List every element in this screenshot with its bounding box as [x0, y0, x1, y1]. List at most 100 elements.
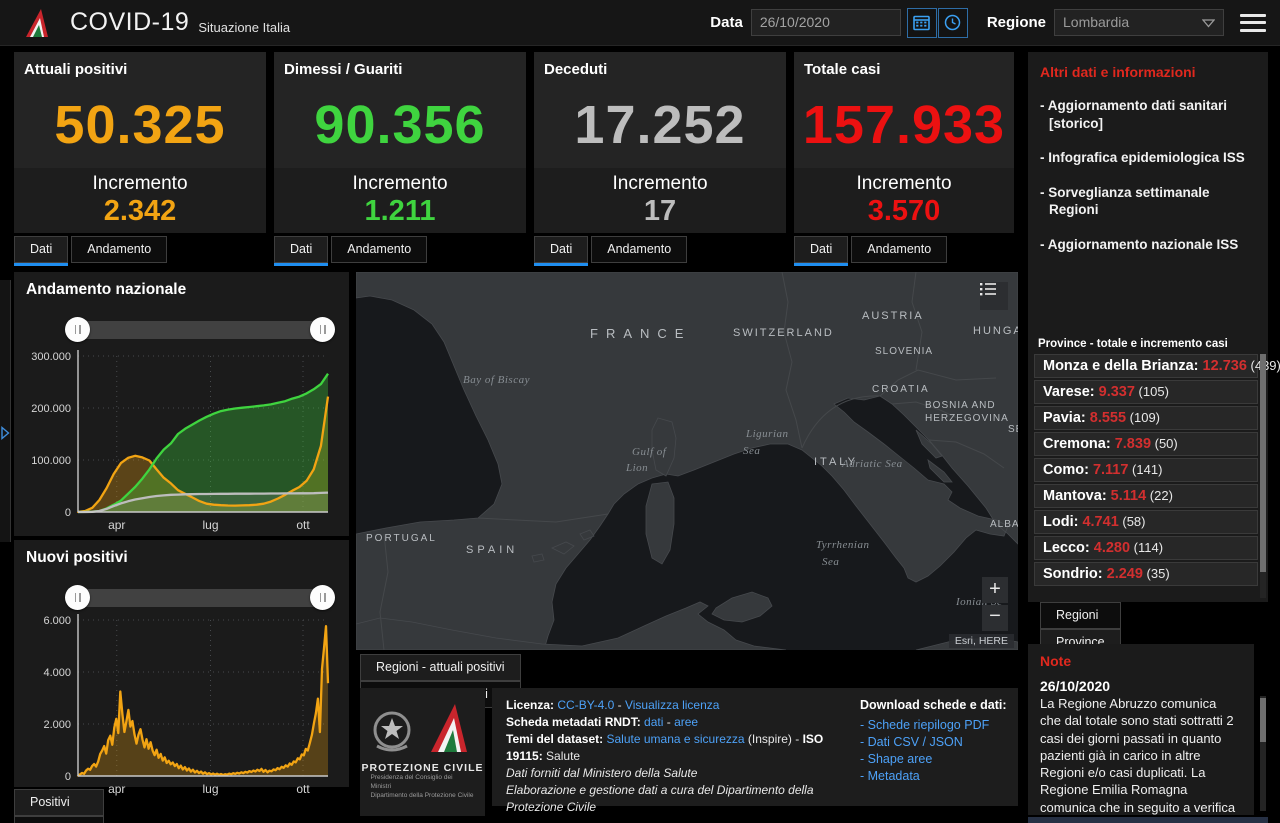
svg-text:lug: lug	[202, 518, 218, 532]
map-label-albania: ALBANIA	[990, 519, 1018, 530]
italy-map[interactable]: FRANCESWITZERLANDAUSTRIAHUNGARYSLOVENIAC…	[356, 272, 1018, 650]
note-panel: Note 26/10/2020 La Regione Abruzzo comun…	[1028, 644, 1254, 815]
dashboard: COVID-19 Situazione Italia Data 26/10/20…	[0, 0, 1280, 823]
card4-tab-dati[interactable]: Dati	[794, 236, 848, 263]
card-increment-value: 17	[534, 195, 786, 228]
card-value: 17.252	[534, 84, 786, 166]
stat-card: Deceduti 17.252 Incremento 17	[534, 52, 786, 233]
card3-tab-dati[interactable]: Dati	[534, 236, 588, 263]
province-row[interactable]: Monza e della Brianza: 12.736 (439)	[1034, 354, 1258, 378]
download-link[interactable]: - Dati CSV / JSON	[860, 734, 1010, 751]
map-attribution: Esri, HERE	[949, 634, 1014, 648]
province-row[interactable]: Pavia: 8.555 (109)	[1034, 406, 1258, 430]
card-tabs: DatiAndamento	[274, 236, 526, 263]
map-label-ser: SER	[1008, 424, 1018, 435]
license-line: Licenza: CC-BY-4.0 - Visualizza licenza	[506, 697, 846, 714]
altri-dati-link[interactable]: - Infografica epidemiologica ISS	[1040, 149, 1256, 167]
province-row[interactable]: Lodi: 4.741 (58)	[1034, 510, 1258, 534]
map-label-herzegovina: HERZEGOVINA	[925, 413, 1009, 424]
andamento-nazionale-chart[interactable]: 0100.000200.000300.000aprlugott	[14, 344, 349, 536]
card3-tab-andamento[interactable]: Andamento	[591, 236, 687, 263]
svg-text:6.000: 6.000	[43, 615, 71, 627]
download-link[interactable]: - Shape aree	[860, 751, 1010, 768]
license-link[interactable]: CC-BY-4.0	[557, 698, 614, 712]
card1-tab-andamento[interactable]: Andamento	[71, 236, 167, 263]
province-row[interactable]: Varese: 9.337 (105)	[1034, 380, 1258, 404]
license-link[interactable]: Visualizza licenza	[625, 698, 720, 712]
card-increment-section: Incremento 17	[534, 168, 786, 233]
license-link[interactable]: aree	[674, 715, 698, 729]
header: COVID-19 Situazione Italia Data 26/10/20…	[0, 0, 1280, 46]
card-title: Deceduti	[534, 52, 786, 78]
note-scrollbar[interactable]	[1260, 696, 1266, 811]
card-increment-label: Incremento	[274, 168, 526, 195]
stat-card: Dimessi / Guariti 90.356 Incremento 1.21…	[274, 52, 526, 233]
card2-tab-andamento[interactable]: Andamento	[331, 236, 427, 263]
altri-dati-link[interactable]: - Aggiornamento dati sanitari [storico]	[1040, 97, 1256, 132]
card4-tab-andamento[interactable]: Andamento	[851, 236, 947, 263]
province-tab-regioni[interactable]: Regioni	[1040, 602, 1121, 629]
card-increment-label: Incremento	[14, 168, 266, 195]
nuovi-positivi-chart[interactable]: 02.0004.0006.000aprlugott	[14, 608, 349, 800]
time-slider[interactable]	[74, 589, 326, 607]
time-button[interactable]	[938, 8, 968, 38]
license-link[interactable]: dati	[644, 715, 663, 729]
map-label-france: FRANCE	[590, 326, 691, 341]
svg-text:100.000: 100.000	[31, 455, 71, 467]
svg-text:300.000: 300.000	[31, 351, 71, 363]
slider-handle-left[interactable]	[65, 585, 90, 610]
card-tabs: DatiAndamento	[534, 236, 786, 263]
logos-panel: PROTEZIONE CIVILE Presidenza del Consigl…	[360, 688, 485, 816]
download-link[interactable]: - Metadata	[860, 768, 1010, 785]
svg-text:lug: lug	[202, 782, 218, 796]
date-input[interactable]: 26/10/2020	[751, 9, 901, 36]
nuovi-positivi-tab-variazione[interactable]: Variazione	[14, 816, 104, 823]
altri-dati-panel: Altri dati e informazioni - Aggiornament…	[1028, 52, 1268, 334]
license-panel: Licenza: CC-BY-4.0 - Visualizza licenza S…	[492, 688, 1018, 806]
time-slider[interactable]	[74, 321, 326, 339]
license-link[interactable]: Salute umana e sicurezza	[606, 732, 744, 746]
province-panel: Province - totale e incremento casi Monz…	[1028, 330, 1268, 602]
calendar-button[interactable]	[907, 8, 937, 38]
region-value: Lombardia	[1063, 14, 1129, 30]
nuovi-positivi-tab-positivi[interactable]: Positivi	[14, 789, 104, 816]
card-increment-label: Incremento	[534, 168, 786, 195]
note-date: 26/10/2020	[1040, 678, 1240, 694]
note-title: Note	[1040, 653, 1240, 669]
province-row[interactable]: Mantova: 5.114 (22)	[1034, 484, 1258, 508]
download-link[interactable]: - Schede riepilogo PDF	[860, 717, 1010, 734]
map-label-croatia: CROATIA	[872, 384, 930, 395]
card-title: Totale casi	[794, 52, 1014, 78]
province-scrollbar[interactable]	[1260, 354, 1266, 598]
expand-arrow-icon	[0, 426, 10, 440]
card-increment-value: 2.342	[14, 195, 266, 228]
map-zoom-in-button[interactable]: +	[982, 577, 1008, 603]
map-tab-regioni-attuali-positivi[interactable]: Regioni - attuali positivi	[360, 654, 521, 681]
license-line: Elaborazione e gestione dati a cura del …	[506, 782, 846, 816]
province-row[interactable]: Como: 7.117 (141)	[1034, 458, 1258, 482]
altri-dati-link[interactable]: - Aggiornamento nazionale ISS	[1040, 236, 1256, 254]
left-panel-expander[interactable]	[0, 280, 11, 542]
slider-handle-right[interactable]	[310, 317, 335, 342]
slider-handle-left[interactable]	[65, 317, 90, 342]
province-row[interactable]: Cremona: 7.839 (50)	[1034, 432, 1258, 456]
region-select[interactable]: Lombardia	[1054, 9, 1224, 36]
stat-card: Attuali positivi 50.325 Incremento 2.342	[14, 52, 266, 233]
logos-subtitle-1: Presidenza del Consiglio dei Ministri	[371, 774, 475, 792]
province-row[interactable]: Lecco: 4.280 (114)	[1034, 536, 1258, 560]
slider-handle-right[interactable]	[310, 585, 335, 610]
card2-tab-dati[interactable]: Dati	[274, 236, 328, 263]
map-legend-button[interactable]	[980, 282, 1008, 310]
menu-button[interactable]	[1240, 14, 1266, 32]
altri-dati-link[interactable]: - Sorveglianza settimanale Regioni	[1040, 184, 1256, 219]
card-value: 157.933	[794, 84, 1014, 166]
card-increment-section: Incremento 3.570	[794, 168, 1014, 233]
card-value: 90.356	[274, 84, 526, 166]
card-title: Attuali positivi	[14, 52, 266, 78]
map-sea-label: Lion	[625, 462, 648, 474]
card1-tab-dati[interactable]: Dati	[14, 236, 68, 263]
card-increment-value: 3.570	[794, 195, 1014, 228]
svg-text:0: 0	[65, 771, 71, 783]
province-row[interactable]: Sondrio: 2.249 (35)	[1034, 562, 1258, 586]
map-zoom-out-button[interactable]: −	[982, 605, 1008, 631]
